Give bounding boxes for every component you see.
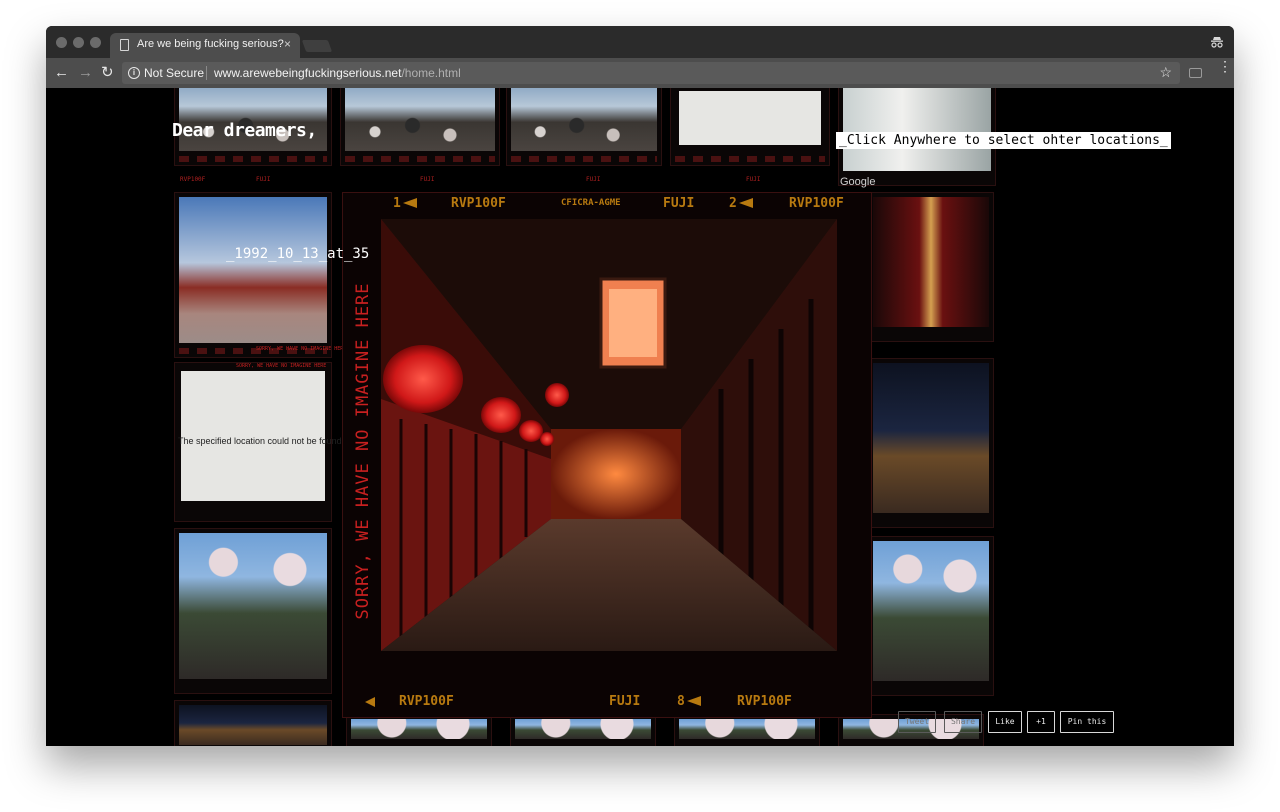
url-text[interactable]: www.arewebeingfuckingserious.net/home.ht… xyxy=(214,66,461,80)
film-edge xyxy=(511,156,657,162)
close-window-button[interactable] xyxy=(56,37,67,48)
sakura-photo xyxy=(351,719,487,739)
film-edge xyxy=(179,156,327,162)
back-button[interactable]: ← xyxy=(54,63,69,83)
castle-photo xyxy=(179,197,327,343)
station-photo xyxy=(843,88,991,171)
film-edge xyxy=(675,156,825,162)
sakura-photo xyxy=(679,719,815,739)
film-frame[interactable] xyxy=(174,700,332,746)
night-photo xyxy=(179,705,327,745)
frame-number: 1 xyxy=(393,196,401,211)
film-label: RVP100F xyxy=(399,694,454,709)
instruction-banner[interactable]: _Click Anywhere to select ohter location… xyxy=(836,132,1171,149)
browser-window: Are we being fucking serious? × ← → ↻ i … xyxy=(46,26,1234,746)
like-button[interactable]: Like xyxy=(988,711,1022,733)
tab-title: Are we being fucking serious? xyxy=(137,38,284,50)
sakura-photo xyxy=(515,719,651,739)
frame-number: 8 xyxy=(677,694,685,709)
film-label: RVP100F xyxy=(737,694,792,709)
tab-bar: Are we being fucking serious? × xyxy=(46,26,1234,58)
strip-label: FUJI xyxy=(420,176,435,183)
bookmark-star-icon[interactable]: ☆ xyxy=(1159,64,1172,81)
film-frame[interactable] xyxy=(670,88,830,166)
date-caption: _1992_10_13_at_35 xyxy=(226,246,370,262)
frame-number: 2 xyxy=(729,196,737,211)
plus-one-button[interactable]: +1 xyxy=(1027,711,1055,733)
pin-button[interactable]: Pin this xyxy=(1060,711,1114,733)
film-label: RVP100F xyxy=(451,196,506,211)
sorry-note: SORRY, WE HAVE NO IMAGINE HERE xyxy=(236,363,327,369)
sakura-crowd-photo xyxy=(873,541,989,681)
crowd-photo xyxy=(345,88,495,151)
night-plaza-photo xyxy=(873,363,989,513)
film-label: RVP100F xyxy=(789,196,844,211)
reload-button[interactable]: ↻ xyxy=(101,63,114,83)
strip-label: RVP100F xyxy=(180,176,206,183)
strip-label: FUJI xyxy=(256,176,271,183)
strip-label: FUJI xyxy=(746,176,761,183)
menu-icon[interactable]: ⋮ xyxy=(1218,59,1232,73)
minimize-window-button[interactable] xyxy=(73,37,84,48)
strip-label: FUJI xyxy=(586,176,601,183)
featured-film-frame[interactable]: 1 RVP100F CFICRA-AGME FUJI 2 RVP100F SOR… xyxy=(342,192,872,718)
url-host: www.arewebeingfuckingserious.net xyxy=(214,66,402,80)
film-strip-top: 1 RVP100F CFICRA-AGME FUJI 2 RVP100F xyxy=(343,193,873,215)
frame-arrow-icon xyxy=(739,198,753,208)
page-heading: Dear dreamers, xyxy=(172,120,317,141)
blank-photo xyxy=(679,91,821,145)
film-frame[interactable] xyxy=(506,88,662,166)
security-label[interactable]: Not Secure xyxy=(144,66,204,80)
forward-button[interactable]: → xyxy=(78,63,93,83)
new-tab-button[interactable] xyxy=(301,40,333,52)
film-frame[interactable] xyxy=(868,192,994,342)
film-frame[interactable] xyxy=(868,358,994,528)
cast-icon[interactable] xyxy=(1189,68,1202,78)
share-button[interactable]: Share xyxy=(944,711,982,733)
film-code: CFICRA-AGME xyxy=(561,198,621,208)
sorry-note: SORRY, WE HAVE NO IMAGINE HERE xyxy=(256,346,347,352)
lantern-photo xyxy=(873,197,989,327)
address-bar[interactable]: i Not Secure www.arewebeingfuckingseriou… xyxy=(122,62,1180,84)
film-frame[interactable] xyxy=(174,528,332,694)
film-frame[interactable] xyxy=(340,88,500,166)
film-brand: FUJI xyxy=(663,196,695,211)
side-caption: SORRY, WE HAVE NO IMAGINE HERE xyxy=(351,221,375,681)
film-edge xyxy=(345,156,495,162)
zoom-window-button[interactable] xyxy=(90,37,101,48)
film-strip-bottom: RVP100F FUJI 8 RVP100F xyxy=(343,685,873,719)
film-brand: FUJI xyxy=(609,694,641,709)
incognito-icon xyxy=(1211,37,1223,48)
tweet-button[interactable]: Tweet xyxy=(898,711,936,733)
film-frame[interactable] xyxy=(868,536,994,696)
tab-active[interactable]: Are we being fucking serious? × xyxy=(110,33,300,58)
frame-arrow-icon xyxy=(403,198,417,208)
side-caption-text: SORRY, WE HAVE NO IMAGINE HERE xyxy=(353,282,373,620)
omnibox-divider xyxy=(206,66,207,80)
alley-illustration xyxy=(381,219,837,651)
sakura-crowd-photo xyxy=(179,533,327,679)
page-content[interactable]: Google RVP100F FUJI FUJI FUJI FUJI The s… xyxy=(46,88,1234,746)
frame-arrow-icon xyxy=(687,696,701,706)
film-frame[interactable] xyxy=(174,192,332,358)
url-path: /home.html xyxy=(401,66,461,80)
browser-toolbar: ← → ↻ i Not Secure www.arewebeingfucking… xyxy=(46,58,1234,88)
tab-close-icon[interactable]: × xyxy=(284,37,291,51)
info-icon[interactable]: i xyxy=(128,67,140,79)
crowd-photo xyxy=(511,88,657,151)
frame-arrow-icon xyxy=(365,697,375,707)
google-watermark: Google xyxy=(840,176,876,188)
featured-alley-photo[interactable] xyxy=(381,219,837,651)
error-message: The specified location could not be foun… xyxy=(178,436,342,446)
document-icon xyxy=(120,39,129,51)
